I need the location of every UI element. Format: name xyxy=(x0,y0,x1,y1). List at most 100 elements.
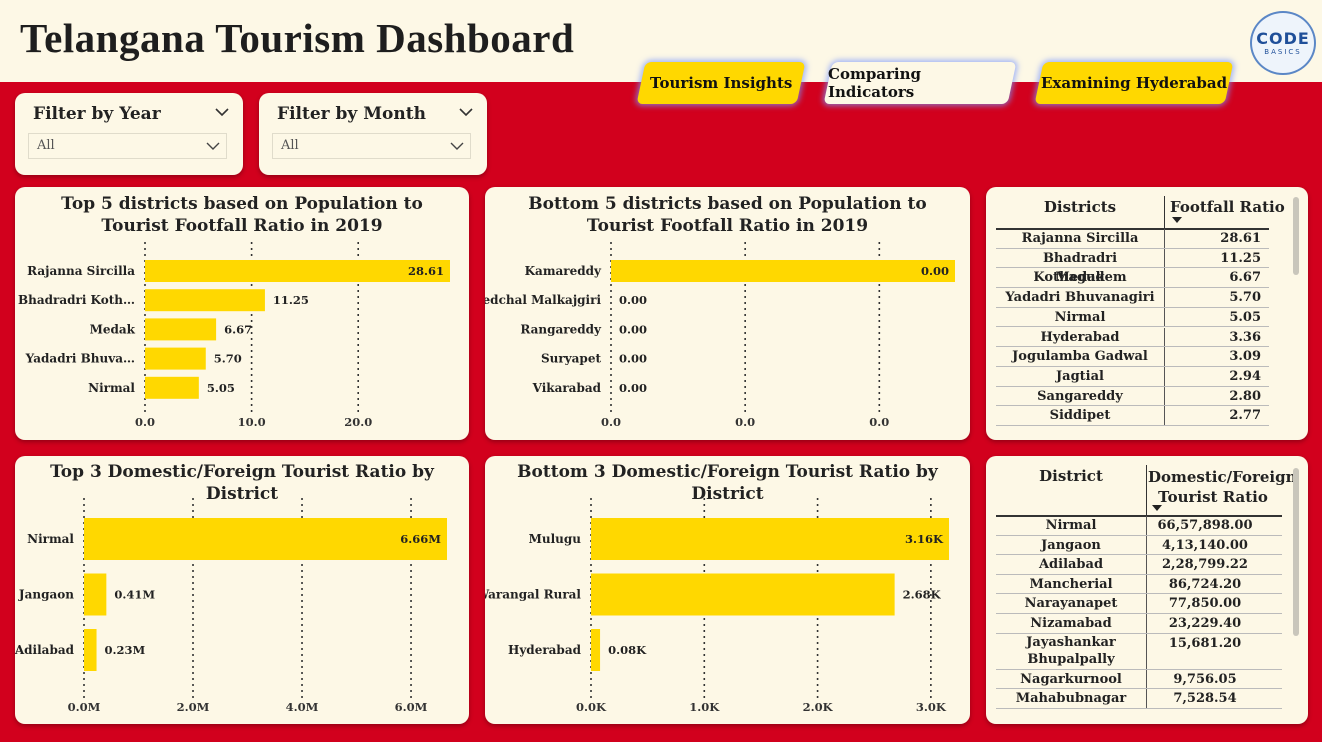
category-label: Mulugu xyxy=(529,532,582,546)
category-label: Yadadri Bhuva… xyxy=(25,352,135,366)
district-cell: Nizamabad xyxy=(1030,616,1112,631)
value-cell: 11.25 xyxy=(1220,250,1261,266)
cell-divider xyxy=(1164,307,1165,327)
month-filter-title: Filter by Month xyxy=(277,104,426,124)
domestic-foreign-ratio-table: District Domestic/Foreign Tourist Ratio … xyxy=(986,456,1308,724)
district-cell: Sangareddy xyxy=(1037,388,1123,404)
column-divider xyxy=(1164,196,1165,229)
x-tick-label: 0.0 xyxy=(735,415,755,429)
data-label: 0.23M xyxy=(105,643,146,657)
codebasics-logo: CODE BASICS xyxy=(1250,11,1316,75)
x-tick-label: 0.0M xyxy=(68,700,101,714)
x-tick-label: 2.0K xyxy=(803,700,834,714)
category-label: Rajanna Sircilla xyxy=(27,264,135,278)
value-cell: 5.70 xyxy=(1229,290,1261,306)
chevron-down-icon xyxy=(450,142,464,150)
data-label: 0.41M xyxy=(114,588,155,602)
x-tick-label: 0.0 xyxy=(869,415,889,429)
sort-desc-icon[interactable] xyxy=(1152,505,1162,512)
top5-footfall-chart-panel: Top 5 districts based on Population to T… xyxy=(15,187,469,440)
data-label: 6.67 xyxy=(224,322,252,336)
table-row[interactable]: Nizamabad 23,229.40 xyxy=(996,614,1282,634)
bar xyxy=(145,289,265,312)
column-divider xyxy=(1146,465,1147,516)
table-row[interactable]: Yadadri Bhuvanagiri 5.70 xyxy=(996,288,1269,308)
value-cell: 4,13,140.00 xyxy=(1162,537,1248,553)
bar xyxy=(591,518,949,560)
bar xyxy=(611,260,955,282)
table-row[interactable]: Sangareddy 2.80 xyxy=(996,386,1269,407)
data-label: 11.25 xyxy=(273,293,309,307)
data-label: 0.00 xyxy=(921,264,949,278)
category-label: Nirmal xyxy=(88,381,135,395)
district-cell: Jagtial xyxy=(1056,368,1104,384)
district-cell: Mahabubnagar xyxy=(1015,691,1127,707)
data-label: 6.66M xyxy=(400,532,441,546)
cell-divider xyxy=(1146,614,1147,633)
tab-tourism-insights[interactable]: Tourism Insights xyxy=(636,62,806,104)
table-row[interactable]: Mancherial 86,724.20 xyxy=(996,574,1282,595)
table-row[interactable]: Jogulamba Gadwal 3.09 xyxy=(996,347,1269,367)
district-cell: Narayanapet xyxy=(1024,596,1118,612)
year-select[interactable]: All xyxy=(28,133,227,159)
table-row[interactable]: Bhadradri Kothagudem 11.25 xyxy=(996,248,1269,285)
cell-divider xyxy=(1146,689,1147,709)
bottom3-ratio-chart-panel: Bottom 3 Domestic/Foreign Tourist Ratio … xyxy=(485,456,970,724)
table-row[interactable]: Jagtial 2.94 xyxy=(996,366,1269,387)
chevron-down-icon[interactable] xyxy=(215,105,229,119)
table-row[interactable]: Nirmal 5.05 xyxy=(996,307,1269,328)
column-header-footfall-ratio[interactable]: Footfall Ratio xyxy=(1170,198,1285,216)
logo-subtext: BASICS xyxy=(1264,48,1302,56)
category-label: Kamareddy xyxy=(525,264,602,278)
tab-comparing-indicators[interactable]: Comparing Indicators xyxy=(823,62,1017,104)
cell-divider xyxy=(1146,669,1147,689)
logo-text: CODE xyxy=(1256,29,1310,48)
table-row[interactable]: Mahabubnagar 7,528.54 xyxy=(996,689,1282,710)
vertical-scrollbar[interactable] xyxy=(1293,197,1299,275)
x-tick-label: 3.0K xyxy=(916,700,947,714)
x-tick-label: 20.0 xyxy=(344,415,372,429)
category-label: Vikarabad xyxy=(532,381,602,395)
table-row[interactable]: Narayanapet 77,850.00 xyxy=(996,594,1282,614)
x-tick-label: 10.0 xyxy=(238,415,266,429)
chevron-down-icon[interactable] xyxy=(459,105,473,119)
chevron-down-icon xyxy=(206,142,220,150)
tab-examining-hyderabad[interactable]: Examining Hyderabad xyxy=(1034,62,1234,104)
table-row[interactable]: Rajanna Sircilla 28.61 xyxy=(996,229,1269,249)
table-row[interactable]: Siddipet 2.77 xyxy=(996,406,1269,426)
bar xyxy=(84,629,97,671)
value-cell: 2.80 xyxy=(1229,388,1261,404)
table-row[interactable]: Nagarkurnool 9,756.05 xyxy=(996,669,1282,690)
top3-ratio-chart-panel: Top 3 Domestic/Foreign Tourist Ratio by … xyxy=(15,456,469,724)
x-tick-label: 1.0K xyxy=(689,700,720,714)
category-label: Hyderabad xyxy=(508,643,582,657)
value-cell: 5.05 xyxy=(1229,309,1261,325)
table-row[interactable]: Hyderabad 3.36 xyxy=(996,327,1269,348)
value-cell: 9,756.05 xyxy=(1173,671,1237,687)
district-cell: Jayashankar Bhupalpally xyxy=(1026,634,1116,667)
table-row[interactable]: Jayashankar Bhupalpally 15,681.20 xyxy=(996,633,1282,670)
cell-divider xyxy=(1164,327,1165,347)
month-select[interactable]: All xyxy=(272,133,471,159)
table-row[interactable]: Medak 6.67 xyxy=(996,268,1269,289)
bar xyxy=(145,376,199,399)
year-filter-panel: Filter by Year All xyxy=(15,93,243,175)
column-header-districts[interactable]: Districts xyxy=(996,198,1164,216)
data-label: 3.16K xyxy=(905,532,944,546)
value-cell: 3.36 xyxy=(1229,329,1261,345)
category-label: Bhadradri Koth… xyxy=(18,293,135,307)
table-row[interactable]: Adilabad 2,28,799.22 xyxy=(996,555,1282,575)
sort-desc-icon[interactable] xyxy=(1172,217,1182,224)
table-row[interactable]: Jangaon 4,13,140.00 xyxy=(996,535,1282,556)
vertical-scrollbar[interactable] xyxy=(1293,468,1299,636)
district-cell: Jangaon xyxy=(1041,537,1101,553)
data-label: 5.70 xyxy=(214,352,242,366)
value-cell: 77,850.00 xyxy=(1168,596,1242,612)
cell-divider xyxy=(1146,516,1147,535)
value-cell: 2.94 xyxy=(1229,368,1261,384)
column-header-domestic-foreign-ratio[interactable]: Domestic/Foreign Tourist Ratio xyxy=(1148,467,1296,507)
data-label: 0.00 xyxy=(619,322,647,336)
district-cell: Nirmal xyxy=(1054,309,1106,325)
table-row[interactable]: Nirmal 66,57,898.00 xyxy=(996,516,1282,536)
column-header-district[interactable]: District xyxy=(996,467,1146,485)
